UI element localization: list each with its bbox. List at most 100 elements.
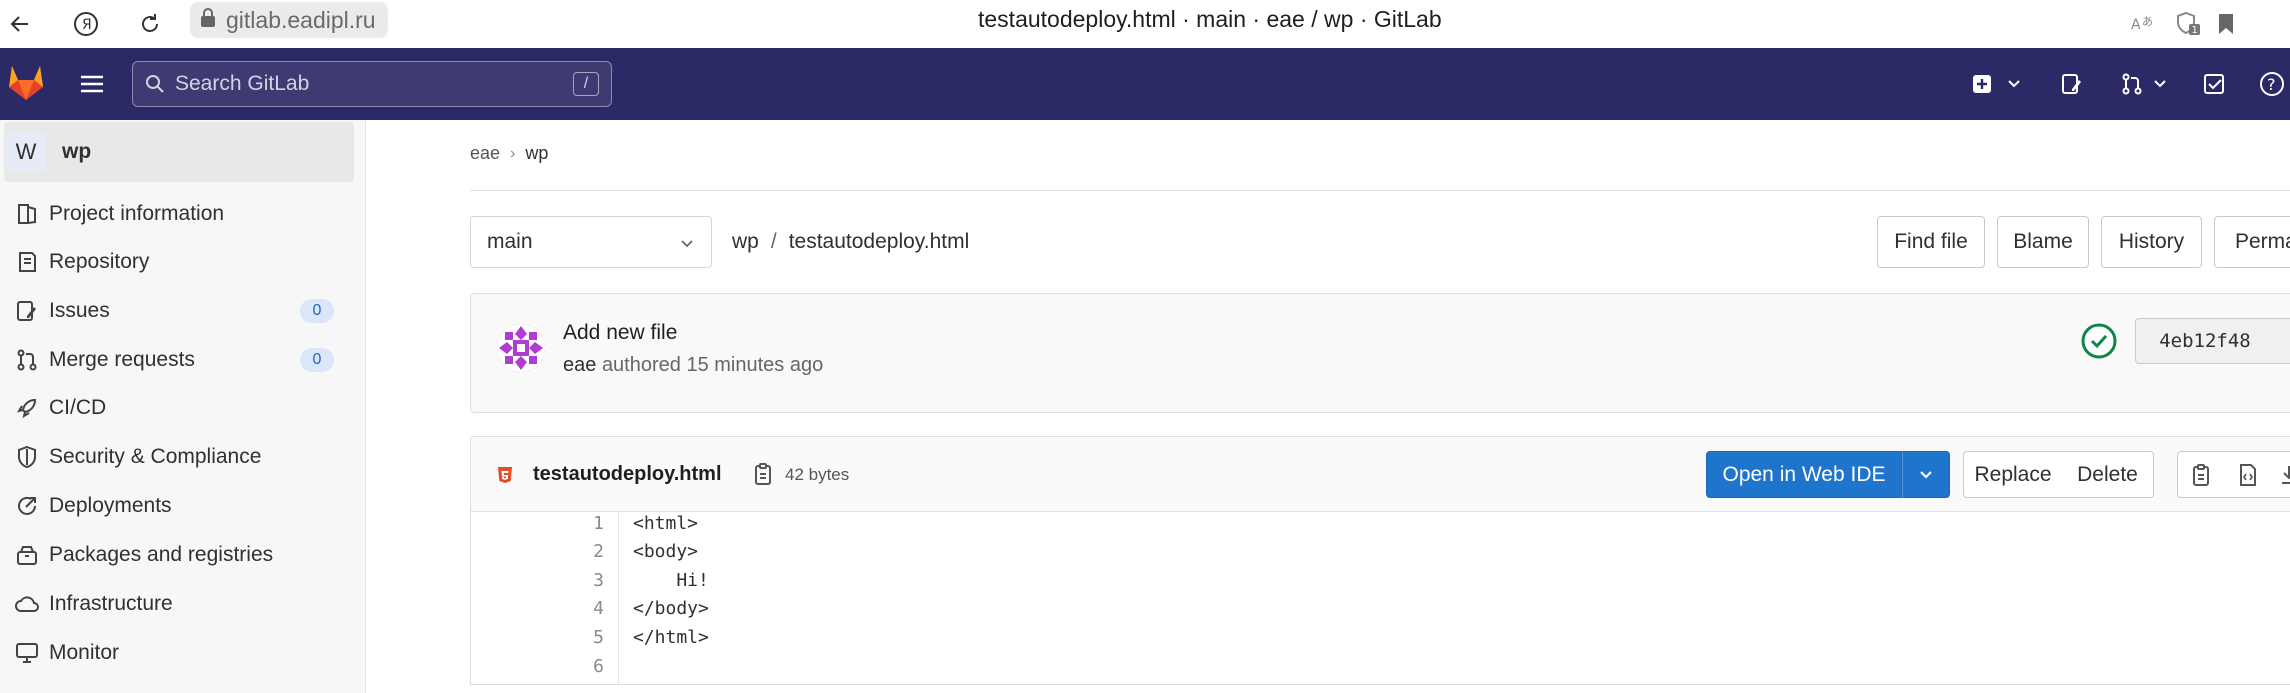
- file-path: wp / testautodeploy.html: [732, 230, 969, 254]
- issues-nav-icon[interactable]: [2060, 66, 2084, 102]
- sidebar-item-label: Packages and registries: [49, 543, 274, 566]
- line-number[interactable]: 5: [564, 627, 604, 648]
- sidebar-item-ci-cd[interactable]: CI/CD: [0, 384, 366, 432]
- pipeline-status-icon[interactable]: [2079, 321, 2119, 361]
- todos-icon[interactable]: [2202, 66, 2226, 102]
- new-item-dropdown[interactable]: [1972, 66, 2022, 102]
- replace-button[interactable]: Replace: [1963, 451, 2063, 498]
- sidebar-item-merge-requests[interactable]: Merge requests 0: [0, 336, 366, 384]
- svg-text:A: A: [2131, 17, 2141, 33]
- monitor-icon: [12, 642, 42, 664]
- copy-contents-button[interactable]: [2177, 451, 2225, 498]
- repository-icon: [12, 250, 42, 274]
- sidebar-item-project-information[interactable]: Project information: [0, 190, 366, 238]
- translate-icon[interactable]: Aあ: [2124, 4, 2164, 44]
- sidebar-item-issues[interactable]: Issues 0: [0, 287, 366, 335]
- back-arrow-icon[interactable]: [0, 4, 40, 44]
- copy-icon: [2193, 463, 2209, 486]
- help-icon[interactable]: ?: [2258, 66, 2286, 102]
- copy-sha-button[interactable]: [2274, 318, 2290, 364]
- gitlab-logo-icon[interactable]: [6, 64, 46, 100]
- url-text: gitlab.eadipl.ru: [226, 6, 376, 33]
- search-input[interactable]: Search GitLab /: [132, 61, 612, 107]
- commit-message[interactable]: Add new file: [563, 321, 677, 345]
- history-button[interactable]: History: [2101, 216, 2202, 268]
- author-avatar[interactable]: [497, 324, 545, 372]
- breadcrumb: eae › wp: [470, 143, 548, 164]
- open-web-ide-button[interactable]: Open in Web IDE: [1706, 451, 1902, 498]
- plus-square-icon: [1973, 75, 1991, 93]
- reload-icon[interactable]: [130, 4, 170, 44]
- hamburger-menu-icon[interactable]: [78, 66, 106, 102]
- merge-request-icon: [12, 348, 42, 372]
- merge-requests-nav-dropdown[interactable]: [2120, 66, 2168, 102]
- sidebar-item-deployments[interactable]: Deployments: [0, 482, 366, 530]
- gitlab-top-nav: Search GitLab / ?: [0, 48, 2290, 120]
- sidebar-project-header[interactable]: W wp: [4, 122, 354, 182]
- download-button[interactable]: [2271, 451, 2290, 498]
- line-number[interactable]: 4: [564, 598, 604, 619]
- line-number[interactable]: 1: [564, 513, 604, 534]
- sidebar-item-packages[interactable]: Packages and registries: [0, 531, 366, 579]
- sidebar-item-security[interactable]: Security & Compliance: [0, 433, 366, 481]
- browser-toolbar: Я gitlab.eadipl.ru testautodeploy.html ·…: [0, 0, 2290, 48]
- sidebar-item-label: Issues: [49, 299, 110, 322]
- sidebar-item-label: Security & Compliance: [49, 445, 262, 468]
- branch-selector[interactable]: main: [470, 216, 712, 268]
- permalink-button[interactable]: Perma: [2214, 216, 2290, 268]
- line-number[interactable]: 6: [564, 656, 604, 677]
- deployments-icon: [12, 494, 42, 518]
- yandex-icon[interactable]: Я: [66, 4, 106, 44]
- svg-text:1: 1: [2192, 25, 2198, 36]
- sidebar-item-monitor[interactable]: Monitor: [0, 629, 366, 677]
- permalink-label: Perma: [2235, 230, 2290, 253]
- issues-icon: [12, 299, 42, 323]
- commit-author[interactable]: eae: [563, 354, 596, 376]
- sidebar-item-label: Merge requests: [49, 348, 195, 371]
- address-bar[interactable]: gitlab.eadipl.ru: [190, 2, 388, 38]
- merge-requests-count-badge: 0: [300, 348, 334, 372]
- svg-text:あ: あ: [2142, 15, 2153, 28]
- open-raw-button[interactable]: [2224, 451, 2272, 498]
- html5-file-icon: [497, 466, 513, 489]
- search-placeholder: Search GitLab: [175, 72, 310, 95]
- code-line: Hi!: [633, 570, 709, 591]
- chevron-right-icon: ›: [510, 144, 516, 162]
- sidebar-item-label: Project information: [49, 202, 225, 225]
- breadcrumb-group[interactable]: eae: [470, 143, 500, 164]
- project-sidebar: W wp Project information Repository Issu…: [0, 120, 366, 693]
- blame-button[interactable]: Blame: [1997, 216, 2089, 268]
- project-info-icon: [12, 202, 42, 226]
- code-line: <html>: [633, 513, 699, 534]
- issues-count-badge: 0: [300, 299, 334, 323]
- bookmark-icon[interactable]: [2206, 4, 2246, 44]
- delete-button[interactable]: Delete: [2062, 451, 2154, 498]
- find-file-button[interactable]: Find file: [1877, 216, 1985, 268]
- branch-name: main: [487, 230, 533, 253]
- commit-sha[interactable]: 4eb12f48: [2135, 318, 2275, 364]
- divider: [470, 190, 2290, 191]
- search-icon: [145, 74, 165, 94]
- search-shortcut-key: /: [573, 72, 599, 96]
- sidebar-item-infrastructure[interactable]: Infrastructure: [0, 580, 366, 628]
- line-numbers-gutter: 1 2 3 4 5 6: [471, 512, 619, 684]
- path-separator: /: [770, 230, 777, 253]
- line-number[interactable]: 2: [564, 541, 604, 562]
- path-root-link[interactable]: wp: [732, 230, 759, 254]
- project-name: wp: [62, 140, 92, 163]
- sidebar-item-repository[interactable]: Repository: [0, 238, 366, 286]
- chevron-down-icon: [679, 232, 695, 256]
- file-size: 42 bytes: [785, 465, 850, 484]
- shield-icon: [12, 445, 42, 469]
- svg-text:?: ?: [2267, 75, 2276, 94]
- edit-dropdown-button[interactable]: [1902, 451, 1950, 498]
- copy-path-icon[interactable]: [753, 462, 773, 491]
- line-number[interactable]: 3: [564, 570, 604, 591]
- chevron-down-icon: [2008, 80, 2020, 88]
- code-viewer: 1 2 3 4 5 6 <html> <body> Hi! </body> </…: [470, 512, 2290, 685]
- code-line: <body>: [633, 541, 699, 562]
- breadcrumb-project[interactable]: wp: [525, 143, 548, 164]
- extension-shield-icon[interactable]: 1: [2168, 4, 2208, 44]
- download-icon: [2282, 465, 2290, 484]
- file-code-icon: [2239, 463, 2256, 486]
